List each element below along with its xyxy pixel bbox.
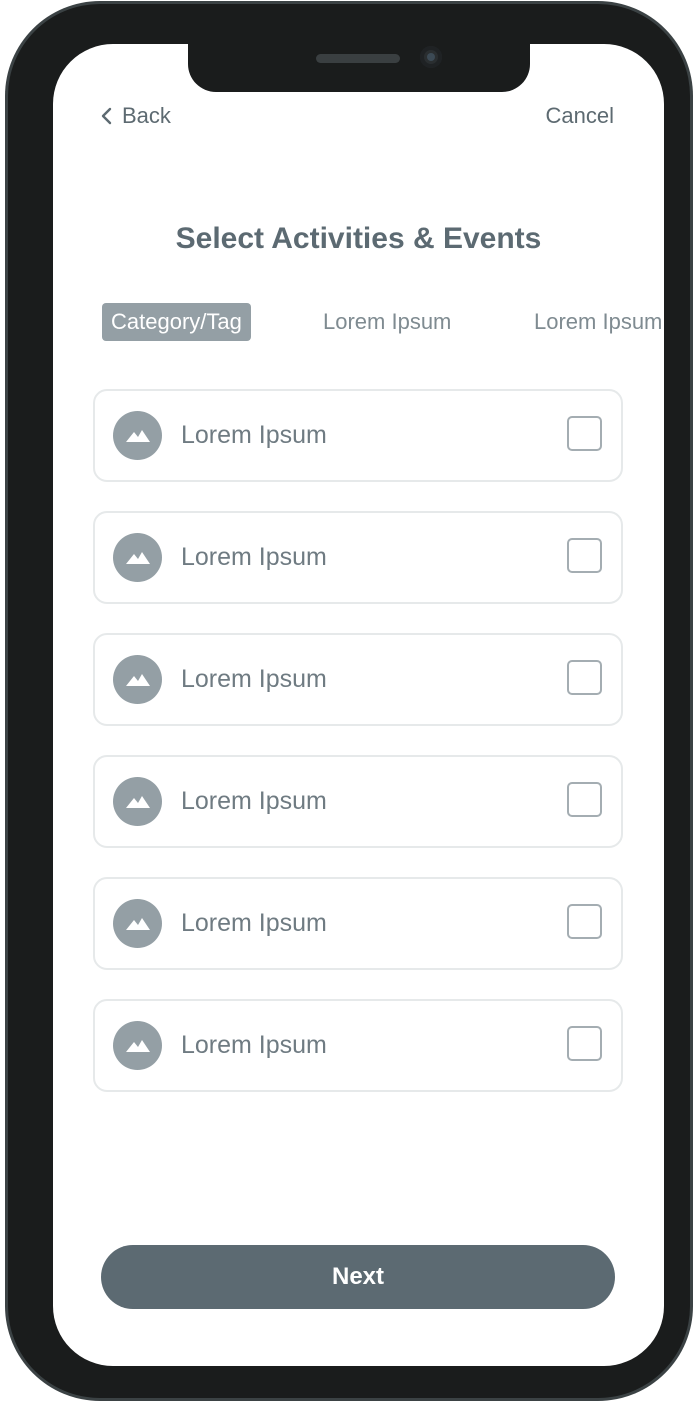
phone-frame: Back Cancel Select Activities & Events C… — [8, 4, 690, 1398]
list-item[interactable]: Lorem Ipsum — [93, 877, 623, 970]
top-navigation: Back Cancel — [53, 98, 664, 134]
image-icon — [113, 411, 162, 460]
tab-lorem-ipsum-2[interactable]: Lorem Ipsum — [534, 303, 662, 341]
list-item-label: Lorem Ipsum — [181, 1031, 327, 1059]
next-button[interactable]: Next — [101, 1245, 615, 1309]
list-item[interactable]: Lorem Ipsum — [93, 633, 623, 726]
power-button — [681, 326, 689, 490]
cancel-button[interactable]: Cancel — [546, 98, 614, 134]
item-checkbox[interactable] — [567, 538, 602, 573]
mute-switch — [9, 194, 17, 248]
volume-down-button — [9, 422, 17, 524]
list-item-label: Lorem Ipsum — [181, 787, 327, 815]
item-checkbox[interactable] — [567, 904, 602, 939]
item-checkbox[interactable] — [567, 782, 602, 817]
list-item[interactable]: Lorem Ipsum — [93, 999, 623, 1092]
list-item-label: Lorem Ipsum — [181, 421, 327, 449]
screen: Back Cancel Select Activities & Events C… — [53, 44, 664, 1366]
item-checkbox[interactable] — [567, 1026, 602, 1061]
back-label: Back — [122, 103, 171, 128]
speaker-grille — [316, 54, 400, 63]
list-item[interactable]: Lorem Ipsum — [93, 511, 623, 604]
category-tabs: Category/Tag Lorem Ipsum Lorem Ipsum — [102, 303, 664, 343]
notch — [188, 44, 530, 92]
tab-category-tag[interactable]: Category/Tag — [102, 303, 251, 341]
list-item-label: Lorem Ipsum — [181, 909, 327, 937]
camera-icon — [420, 46, 442, 68]
image-icon — [113, 777, 162, 826]
volume-up-button — [9, 294, 17, 396]
image-icon — [113, 899, 162, 948]
item-checkbox[interactable] — [567, 416, 602, 451]
page-title: Select Activities & Events — [175, 222, 542, 255]
image-icon — [113, 1021, 162, 1070]
item-checkbox[interactable] — [567, 660, 602, 695]
list-item[interactable]: Lorem Ipsum — [93, 755, 623, 848]
list-item-label: Lorem Ipsum — [181, 665, 327, 693]
chevron-left-icon — [101, 107, 112, 125]
image-icon — [113, 655, 162, 704]
back-button[interactable]: Back — [100, 98, 171, 134]
list-item-label: Lorem Ipsum — [181, 543, 327, 571]
tab-lorem-ipsum-1[interactable]: Lorem Ipsum — [323, 303, 451, 341]
image-icon — [113, 533, 162, 582]
activity-list: Lorem Ipsum Lorem Ipsum Lorem Ipsum Lore… — [93, 389, 623, 1121]
list-item[interactable]: Lorem Ipsum — [93, 389, 623, 482]
